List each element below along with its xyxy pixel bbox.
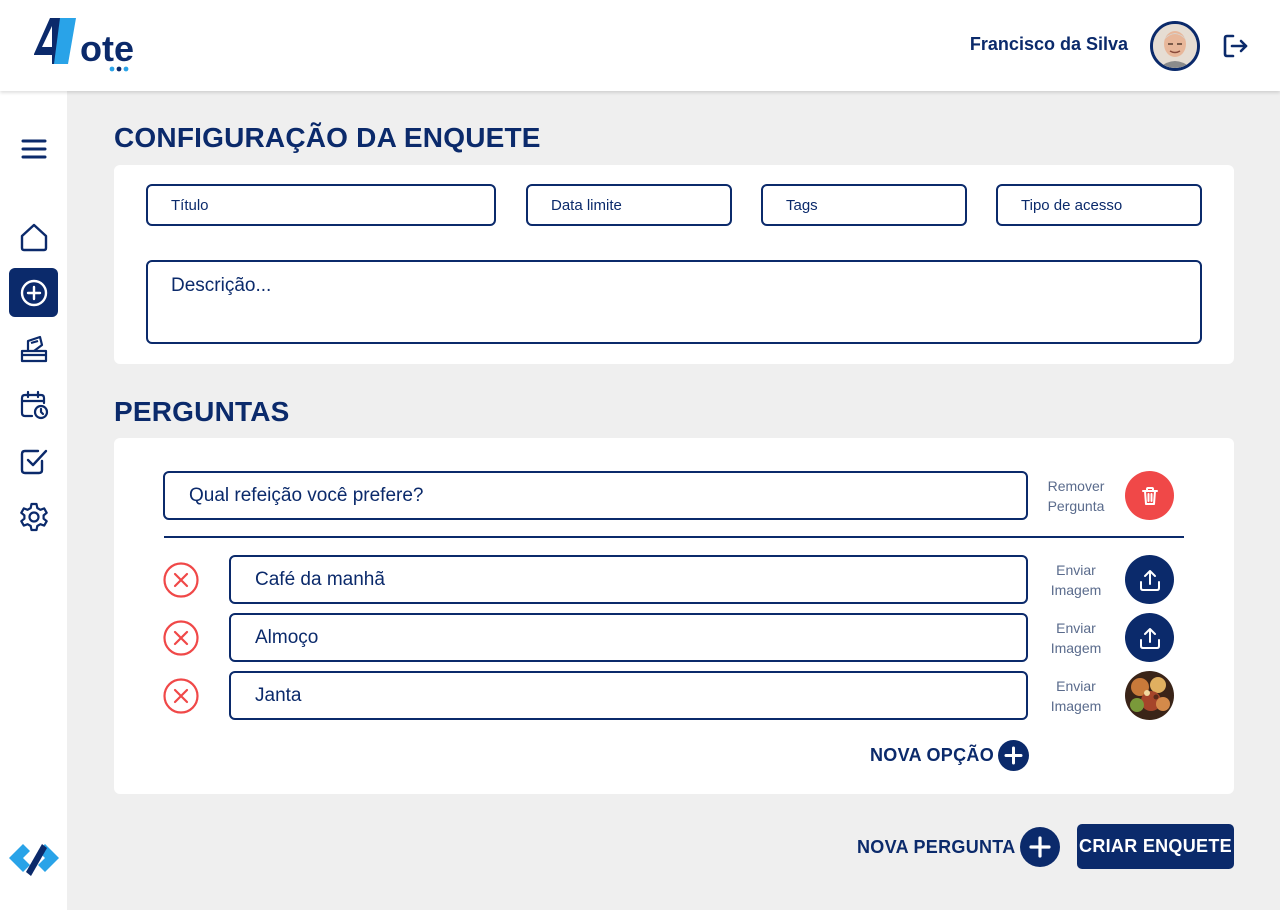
upload-image-label-line2: Imagem	[1050, 582, 1102, 598]
upload-image-button[interactable]	[1125, 555, 1174, 604]
remove-question-label-line1: Remover	[1047, 478, 1105, 494]
calendar-clock-icon	[20, 390, 48, 419]
upload-image-label-line1: Enviar	[1056, 620, 1096, 636]
upload-image-label: Enviar Imagem	[1036, 676, 1116, 716]
plus-icon	[1019, 827, 1060, 867]
question-divider	[164, 536, 1184, 538]
deadline-input[interactable]	[526, 184, 732, 226]
trash-icon	[1141, 486, 1158, 505]
home-icon	[20, 223, 47, 251]
sidebar-item-completed[interactable]	[9, 436, 58, 485]
brand-mark-icon	[9, 844, 59, 876]
checkbox-icon	[20, 449, 47, 474]
upload-icon	[1139, 569, 1160, 591]
upload-image-button[interactable]	[1125, 613, 1174, 662]
sidebar-item-settings[interactable]	[9, 492, 58, 541]
create-poll-button[interactable]: CRIAR ENQUETE	[1077, 824, 1234, 869]
user-name: Francisco da Silva	[969, 34, 1128, 54]
upload-image-label-line2: Imagem	[1050, 640, 1102, 656]
sidebar	[0, 91, 67, 910]
config-section-title: CONFIGURAÇÃO DA ENQUETE	[114, 122, 541, 153]
new-question-label: NOVA PERGUNTA	[857, 836, 1016, 857]
new-question-button[interactable]: NOVA PERGUNTA	[857, 827, 1060, 867]
plus-icon	[998, 740, 1030, 771]
avatar[interactable]	[1150, 21, 1200, 71]
option-input[interactable]	[229, 613, 1028, 662]
upload-image-label: Enviar Imagem	[1036, 618, 1116, 658]
sidebar-item-votes[interactable]	[9, 324, 58, 373]
config-card	[114, 165, 1234, 364]
remove-option-icon[interactable]	[162, 561, 200, 599]
title-input[interactable]	[146, 184, 496, 226]
new-option-label: NOVA OPÇÃO	[870, 745, 995, 765]
remove-question-label: Remover Pergunta	[1036, 476, 1116, 516]
food-photo	[1125, 671, 1174, 720]
hamburger-icon	[21, 139, 46, 158]
upload-image-label-line1: Enviar	[1056, 678, 1096, 694]
remove-question-button[interactable]	[1125, 471, 1174, 520]
option-image-thumbnail[interactable]	[1125, 671, 1174, 720]
upload-icon	[1139, 627, 1160, 649]
questions-section-title: PERGUNTAS	[114, 396, 290, 427]
sidebar-item-menu[interactable]	[9, 124, 58, 173]
remove-question-label-line2: Pergunta	[1047, 498, 1105, 514]
sidebar-item-home[interactable]	[9, 212, 58, 261]
option-input[interactable]	[229, 555, 1028, 604]
logout-icon[interactable]	[1220, 31, 1250, 61]
plus-circle-icon	[20, 279, 47, 306]
remove-option-icon[interactable]	[162, 619, 200, 657]
access-type-select[interactable]	[996, 184, 1202, 226]
app-logo[interactable]: ote	[30, 14, 160, 76]
svg-text:ote: ote	[80, 28, 134, 69]
gear-icon	[19, 502, 48, 531]
top-header: ote Francisco da Silva	[0, 0, 1280, 91]
new-option-button[interactable]: NOVA OPÇÃO	[870, 740, 1030, 771]
sidebar-item-create[interactable]	[9, 268, 58, 317]
upload-image-label-line1: Enviar	[1056, 562, 1096, 578]
ballot-box-icon	[20, 335, 47, 362]
remove-option-icon[interactable]	[162, 677, 200, 715]
tags-input[interactable]	[761, 184, 967, 226]
question-input[interactable]	[163, 471, 1028, 520]
upload-image-label: Enviar Imagem	[1036, 560, 1116, 600]
option-input[interactable]	[229, 671, 1028, 720]
description-textarea[interactable]	[146, 260, 1202, 344]
user-avatar-image	[1153, 24, 1197, 68]
sidebar-item-schedule[interactable]	[9, 380, 58, 429]
upload-image-label-line2: Imagem	[1050, 698, 1102, 714]
